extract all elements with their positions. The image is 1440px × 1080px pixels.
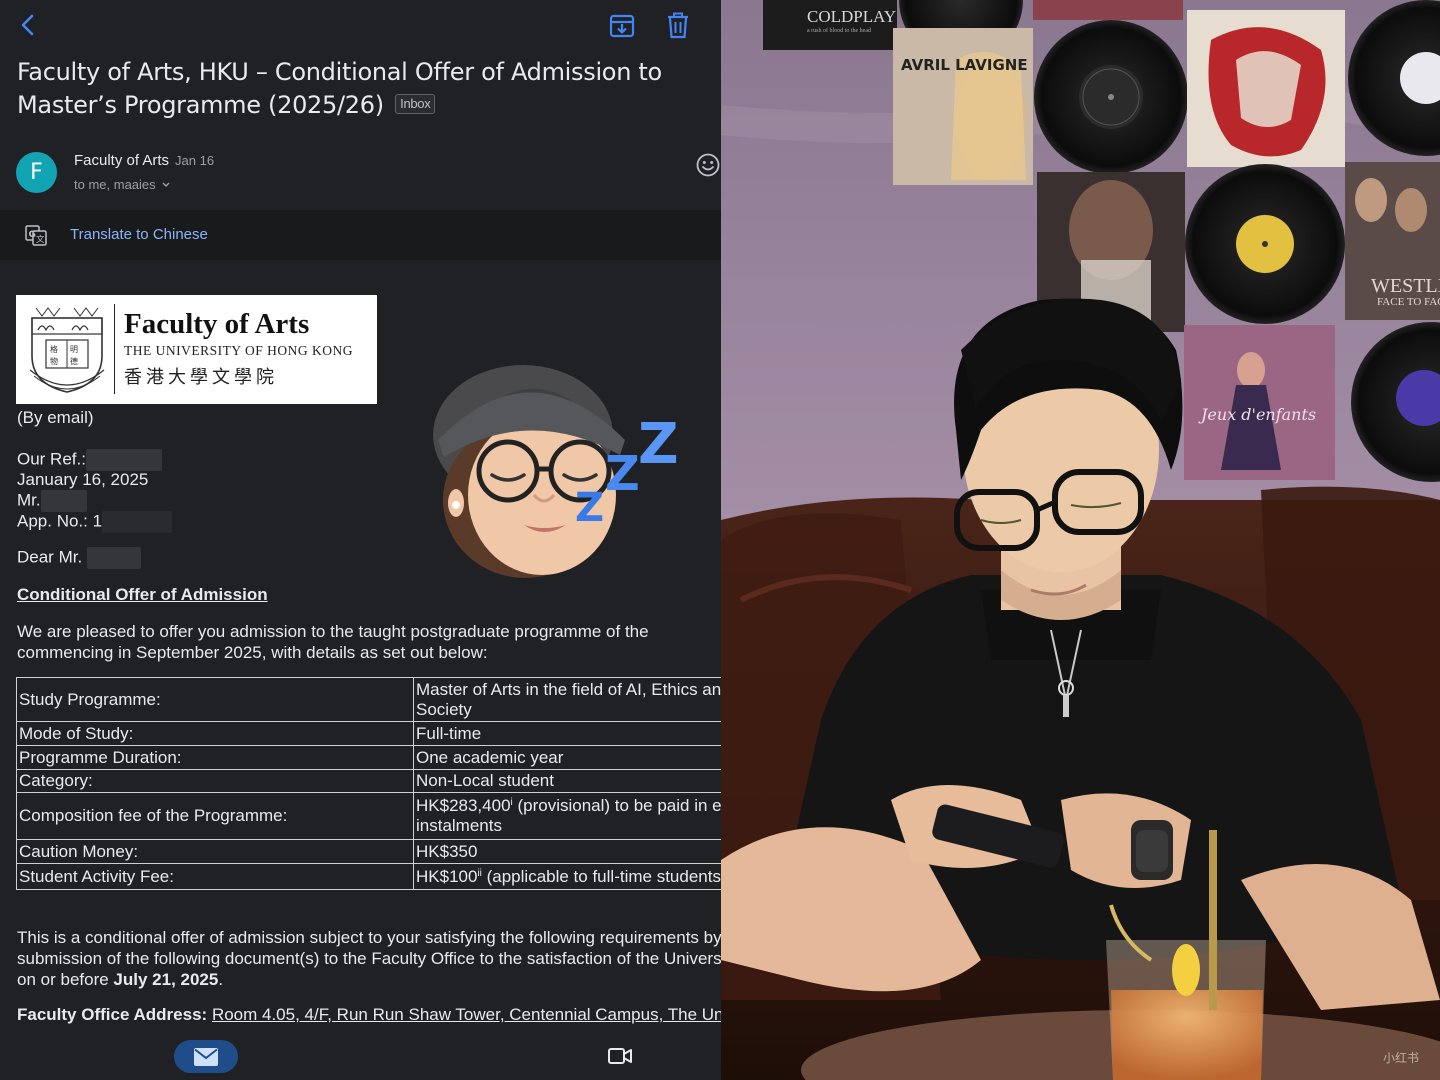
logo-divider	[114, 304, 115, 394]
back-arrow-icon[interactable]	[18, 12, 38, 38]
table-row: Study Programme: Master of Arts in the fi…	[16, 677, 721, 722]
svg-text:Z: Z	[638, 412, 679, 477]
address-link[interactable]: Room 4.05, 4/F, Run Run Shaw Tower, Cent…	[212, 1005, 721, 1024]
recipients-toggle[interactable]: to me, maaies	[74, 177, 171, 192]
detail-label: Study Programme:	[16, 677, 414, 722]
mr-label: Mr.	[17, 490, 41, 510]
detail-value: HK$350	[413, 839, 721, 864]
mail-tab[interactable]	[174, 1040, 238, 1073]
subject-text: Faculty of Arts, HKU – Conditional Offer…	[17, 58, 662, 119]
address-label: Faculty Office Address:	[17, 1005, 208, 1024]
table-row: Category: Non-Local student	[16, 769, 721, 793]
letter-date: January 16, 2025	[17, 470, 149, 489]
record-label: FACE TO FACE	[1377, 296, 1440, 308]
app-label: App. No.: 1	[17, 511, 103, 531]
redacted-block	[86, 547, 141, 569]
intro-paragraph: We are pleased to offer you admission to…	[17, 622, 649, 662]
mail-icon	[194, 1047, 218, 1066]
detail-label: Student Activity Fee:	[16, 863, 414, 890]
sender-avatar[interactable]: F	[16, 152, 57, 193]
application-number: App. No.: 1	[17, 511, 173, 533]
email-panel: Faculty of Arts, HKU – Conditional Offer…	[0, 0, 721, 1080]
svg-text:物: 物	[50, 356, 58, 366]
ref-label: Our Ref.:	[17, 449, 86, 469]
record-label: Jeux d'enfants	[1198, 405, 1316, 424]
hku-crest-icon: 格 明 物 德	[29, 307, 105, 393]
recipients-text: to me, maaies	[74, 177, 156, 192]
greeting: Dear Mr.	[17, 547, 83, 567]
sleeping-memoji-sticker: Z Z Z	[433, 365, 679, 578]
logo-university: THE UNIVERSITY OF HONG KONG	[124, 343, 353, 358]
greeting-line: Dear Mr.	[17, 547, 141, 569]
table-row: Programme Duration: One academic year	[16, 745, 721, 770]
faculty-address-line: Faculty Office Address: Room 4.05, 4/F, …	[17, 1005, 721, 1025]
reference-line: Our Ref.:	[17, 449, 162, 471]
translate-icon: G文	[25, 225, 47, 246]
faculty-logo: 格 明 物 德 Faculty of Arts THE UNIVERSITY OF …	[16, 295, 377, 404]
table-row: Student Activity Fee: HK$100ii (applicabl…	[16, 863, 721, 890]
translate-link[interactable]: Translate to Chinese	[70, 226, 208, 243]
top-bar	[0, 0, 721, 52]
archive-icon[interactable]	[608, 12, 636, 40]
translate-bar[interactable]: G文 Translate to Chinese	[0, 210, 721, 260]
svg-text:Z: Z	[605, 446, 640, 502]
recipient-line: Mr.	[17, 490, 87, 512]
watermark-text: 小红书	[1383, 1050, 1419, 1065]
photo-panel: COLDPLAY a rush of blood to the head AVR…	[721, 0, 1440, 1080]
detail-value: Non-Local student	[413, 769, 721, 793]
by-email-text: (By email)	[17, 408, 94, 427]
svg-text:德: 德	[70, 356, 78, 366]
svg-text:明: 明	[70, 345, 78, 354]
table-row: Composition fee of the Programme: HK$283,…	[16, 792, 721, 840]
email-date: Jan 16	[175, 153, 215, 168]
bottom-navigation	[0, 1032, 721, 1080]
detail-value: HK$283,400i (provisional) to be paid in …	[413, 792, 721, 840]
conditions-paragraph: This is a conditional offer of admission…	[17, 927, 721, 990]
logo-title: Faculty of Arts	[124, 308, 310, 340]
logo-chinese-name: 香港大學文學院	[124, 367, 278, 388]
offer-heading: Conditional Offer of Admission	[17, 585, 268, 604]
record-label: COLDPLAY	[807, 7, 896, 26]
record-label: WESTLIFE	[1371, 275, 1440, 297]
svg-text:G: G	[29, 230, 36, 240]
deadline-date: July 21, 2025	[113, 970, 219, 989]
inbox-label-badge[interactable]: Inbox	[395, 94, 436, 114]
detail-value: Full-time	[413, 721, 721, 746]
sender-name: Faculty of Arts	[74, 152, 170, 169]
detail-label: Mode of Study:	[16, 721, 414, 746]
conditions-text-2: or before	[40, 970, 114, 989]
table-row: Mode of Study: Full-time	[16, 721, 721, 746]
sender-line[interactable]: Faculty of Arts Jan 16	[74, 152, 214, 169]
avatar-initial: F	[30, 160, 43, 185]
chevron-down-icon	[162, 182, 170, 187]
programme-details-table: Study Programme: Master of Arts in the fi…	[16, 677, 721, 890]
email-subject: Faculty of Arts, HKU – Conditional Offer…	[17, 56, 707, 122]
redacted-block	[85, 449, 162, 471]
fee-note: (applicable to full-time students)	[481, 866, 721, 886]
svg-text:a rush of blood to the head: a rush of blood to the head	[807, 27, 871, 34]
svg-text:Z: Z	[575, 485, 604, 531]
meet-video-icon[interactable]	[607, 1046, 633, 1066]
redacted-block	[40, 490, 87, 512]
svg-text:文: 文	[36, 234, 45, 245]
footnote-marker: i	[510, 797, 513, 808]
emoji-reaction-icon[interactable]	[695, 152, 721, 178]
footnote-marker: ii	[477, 867, 482, 879]
detail-label: Programme Duration:	[16, 745, 414, 770]
detail-value: One academic year	[413, 745, 721, 770]
fee-amount: HK$100	[416, 866, 478, 886]
fee-amount: HK$283,400	[416, 796, 511, 815]
detail-value: HK$100ii (applicable to full-time studen…	[413, 863, 721, 890]
svg-text:格: 格	[50, 344, 58, 354]
detail-label: Composition fee of the Programme:	[16, 792, 414, 840]
detail-label: Caution Money:	[16, 839, 414, 864]
trash-icon[interactable]	[664, 11, 692, 39]
detail-value: Master of Arts in the field of AI, Ethic…	[413, 677, 721, 722]
table-row: Caution Money: HK$350	[16, 839, 721, 864]
cafe-photo: COLDPLAY a rush of blood to the head AVR…	[721, 0, 1440, 1080]
redacted-block	[102, 511, 173, 533]
record-label: AVRIL LAVIGNE	[901, 56, 1028, 74]
detail-label: Category:	[16, 769, 414, 793]
